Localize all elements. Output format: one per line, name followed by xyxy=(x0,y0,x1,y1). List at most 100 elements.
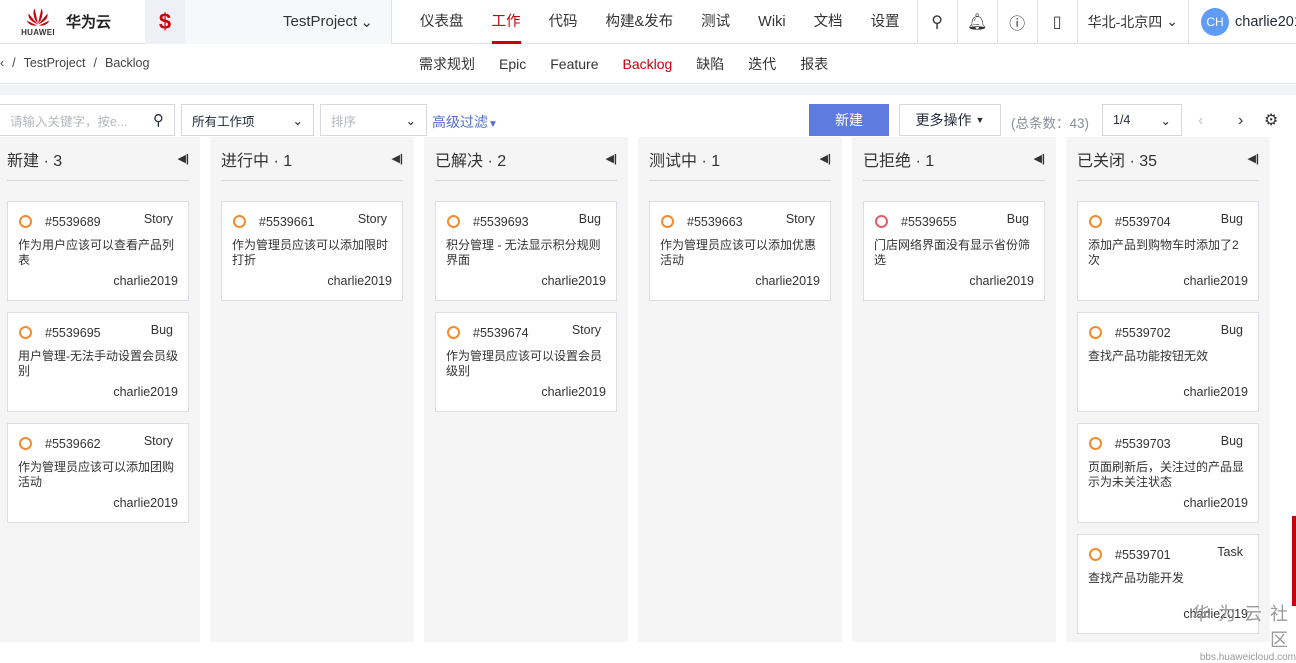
advanced-filter-link[interactable]: 高级过滤▼ xyxy=(432,112,498,132)
region-selector[interactable]: 华北-北京四 ⌄ xyxy=(1076,0,1188,44)
collapse-icon[interactable]: ◀| xyxy=(1033,152,1045,165)
user-menu[interactable]: CH charlie2019 xyxy=(1188,0,1296,44)
nav-item[interactable]: 工作 xyxy=(478,0,535,44)
work-item-card[interactable]: #5539703 Bug 页面刷新后，关注过的产品显示为未关注状态 charlie20… xyxy=(1077,423,1259,523)
huawei-cloud-logo[interactable]: HUAWEI 华为云 xyxy=(0,0,145,44)
chevron-down-icon: ⌄ xyxy=(292,113,303,128)
work-item-title[interactable]: 用户管理-无法手动设置会员级别 xyxy=(18,349,178,379)
collapse-icon[interactable]: ◀| xyxy=(177,152,189,165)
work-item-id[interactable]: #5539693 xyxy=(473,215,529,229)
nav-item[interactable]: 构建&发布 xyxy=(592,0,688,44)
project-selector[interactable]: TestProject ⌄ xyxy=(185,0,392,44)
status-circle-icon xyxy=(1089,437,1102,450)
subnav-item[interactable]: Feature xyxy=(538,44,610,84)
more-actions-label: 更多操作 xyxy=(915,112,972,128)
feedback-tab[interactable] xyxy=(1292,516,1296,606)
search-icon[interactable]: ⚲ xyxy=(153,111,164,129)
work-item-card[interactable]: #5539662 Story 作为管理员应该可以添加团购活动 charlie2019 xyxy=(7,423,189,523)
work-item-card[interactable]: #5539661 Story 作为管理员应该可以添加限时打折 charlie2019 xyxy=(221,201,403,301)
new-button[interactable]: 新建 xyxy=(809,104,889,136)
nav-item[interactable]: 仪表盘 xyxy=(406,0,478,44)
kanban-column: 新建 · 3 ◀| #5539689 Story 作为用户应该可以查看产品列表 charl… xyxy=(0,137,200,642)
work-item-title[interactable]: 门店网络界面没有显示省份筛选 xyxy=(874,238,1034,268)
work-item-owner: charlie2019 xyxy=(113,274,178,288)
work-item-title[interactable]: 查找产品功能开发 xyxy=(1088,571,1248,586)
breadcrumb-item[interactable]: TestProject xyxy=(24,56,86,70)
subnav-item[interactable]: 报表 xyxy=(788,44,840,84)
work-item-id[interactable]: #5539661 xyxy=(259,215,315,229)
prev-page-icon[interactable]: ‹ xyxy=(1198,112,1203,130)
work-item-id[interactable]: #5539689 xyxy=(45,215,101,229)
divider xyxy=(0,85,1296,95)
work-item-title[interactable]: 积分管理 - 无法显示积分规则界面 xyxy=(446,238,606,268)
breadcrumb-item[interactable]: Backlog xyxy=(105,56,149,70)
mobile-icon[interactable]: ▯ xyxy=(1036,0,1077,44)
work-item-title[interactable]: 作为管理员应该可以添加优惠活动 xyxy=(660,238,820,268)
status-circle-icon xyxy=(19,437,32,450)
work-item-title[interactable]: 添加产品到购物车时添加了2次 xyxy=(1088,238,1248,268)
status-circle-icon xyxy=(233,215,246,228)
nav-item[interactable]: 设置 xyxy=(857,0,914,44)
work-item-title[interactable]: 作为管理员应该可以添加团购活动 xyxy=(18,460,178,490)
sub-nav: 需求规划 Epic Feature Backlog 缺陷 迭代 报表 xyxy=(407,44,840,84)
next-page-icon[interactable]: › xyxy=(1238,112,1243,130)
work-item-id[interactable]: #5539702 xyxy=(1115,326,1171,340)
work-item-title[interactable]: 作为管理员应该可以添加限时打折 xyxy=(232,238,392,268)
subnav-item[interactable]: Epic xyxy=(487,44,538,84)
sort-placeholder: 排序 xyxy=(331,114,357,129)
work-item-owner: charlie2019 xyxy=(755,274,820,288)
nav-item[interactable]: 文档 xyxy=(800,0,857,44)
work-item-card[interactable]: #5539663 Story 作为管理员应该可以添加优惠活动 charlie2019 xyxy=(649,201,831,301)
subnav-item[interactable]: 需求规划 xyxy=(407,44,487,84)
work-item-id[interactable]: #5539701 xyxy=(1115,548,1171,562)
work-item-title[interactable]: 作为管理员应该可以设置会员级别 xyxy=(446,349,606,379)
work-item-card[interactable]: #5539695 Bug 用户管理-无法手动设置会员级别 charlie2019 xyxy=(7,312,189,412)
work-item-id[interactable]: #5539662 xyxy=(45,437,101,451)
work-item-card[interactable]: #5539704 Bug 添加产品到购物车时添加了2次 charlie2019 xyxy=(1077,201,1259,301)
work-item-card[interactable]: #5539702 Bug 查找产品功能按钮无效 charlie2019 xyxy=(1077,312,1259,412)
work-item-card[interactable]: #5539689 Story 作为用户应该可以查看产品列表 charlie2019 xyxy=(7,201,189,301)
project-name: TestProject xyxy=(283,13,358,30)
column-header: 测试中 · 1 ◀| xyxy=(649,137,831,181)
gear-icon[interactable]: ⚙ xyxy=(1264,110,1278,130)
page-select[interactable]: 1/4 ⌄ xyxy=(1102,104,1182,136)
work-item-card[interactable]: #5539655 Bug 门店网络界面没有显示省份筛选 charlie2019 xyxy=(863,201,1045,301)
work-item-title[interactable]: 查找产品功能按钮无效 xyxy=(1088,349,1248,364)
work-item-id[interactable]: #5539695 xyxy=(45,326,101,340)
bell-icon[interactable]: 🔔︎ xyxy=(956,0,997,44)
work-item-title[interactable]: 作为用户应该可以查看产品列表 xyxy=(18,238,178,268)
work-item-card[interactable]: #5539693 Bug 积分管理 - 无法显示积分规则界面 charlie2019 xyxy=(435,201,617,301)
avatar: CH xyxy=(1201,7,1229,36)
column-header: 新建 · 3 ◀| xyxy=(7,137,189,181)
work-item-id[interactable]: #5539674 xyxy=(473,326,529,340)
subnav-item[interactable]: 缺陷 xyxy=(684,44,736,84)
subnav-item[interactable]: 迭代 xyxy=(736,44,788,84)
breadcrumb-item[interactable]: ‹ xyxy=(0,56,4,70)
column-title: 测试中 · 1 xyxy=(649,152,721,170)
collapse-icon[interactable]: ◀| xyxy=(605,152,617,165)
work-item-type-select[interactable]: 所有工作项 ⌄ xyxy=(181,104,314,136)
chevron-down-icon: ⌄ xyxy=(360,13,373,31)
work-item-id[interactable]: #5539663 xyxy=(687,215,743,229)
collapse-icon[interactable]: ◀| xyxy=(391,152,403,165)
sort-select[interactable]: 排序 ⌄ xyxy=(320,104,427,136)
nav-item[interactable]: 代码 xyxy=(535,0,592,44)
project-icon[interactable]: $ xyxy=(145,0,185,44)
nav-item[interactable]: 测试 xyxy=(687,0,744,44)
search-input[interactable]: 请输入关键字，按e... ⚲ xyxy=(0,104,175,136)
more-actions-button[interactable]: 更多操作 ▼ xyxy=(899,104,1001,136)
work-item-owner: charlie2019 xyxy=(969,274,1034,288)
search-placeholder: 请输入关键字，按e... xyxy=(10,114,128,129)
work-item-id[interactable]: #5539704 xyxy=(1115,215,1171,229)
work-item-title[interactable]: 页面刷新后，关注过的产品显示为未关注状态 xyxy=(1088,460,1248,490)
work-item-card[interactable]: #5539674 Story 作为管理员应该可以设置会员级别 charlie2019 xyxy=(435,312,617,412)
subnav-item[interactable]: Backlog xyxy=(610,44,684,84)
status-circle-icon xyxy=(19,326,32,339)
nav-item[interactable]: Wiki xyxy=(744,0,799,44)
collapse-icon[interactable]: ◀| xyxy=(1247,152,1259,165)
work-item-id[interactable]: #5539703 xyxy=(1115,437,1171,451)
collapse-icon[interactable]: ◀| xyxy=(819,152,831,165)
work-item-id[interactable]: #5539655 xyxy=(901,215,957,229)
help-icon[interactable]: ⓘ xyxy=(996,0,1037,44)
search-icon[interactable]: ⚲ xyxy=(916,0,957,44)
